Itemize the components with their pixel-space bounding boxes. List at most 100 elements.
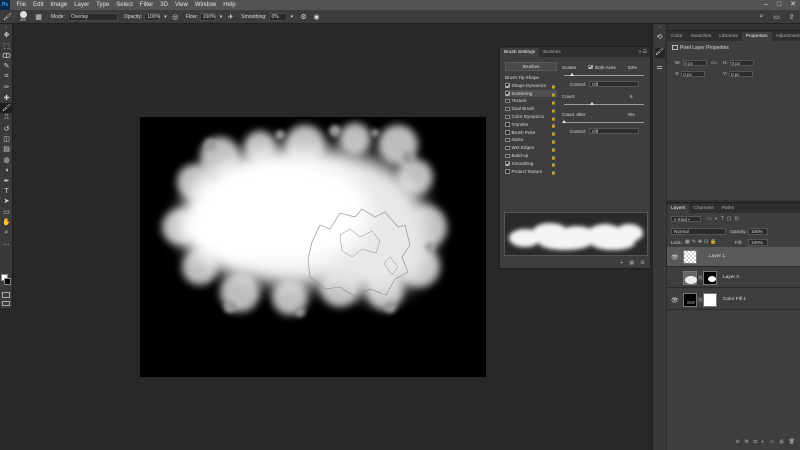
eraser-icon[interactable]: ◫ — [0, 134, 13, 144]
count-slider-track[interactable] — [564, 104, 644, 105]
toggle-live-tip-icon[interactable]: ⌖ — [620, 260, 623, 266]
tab-brushes[interactable]: Brushes — [539, 48, 565, 57]
height-field[interactable]: H: 0 px — [723, 60, 754, 66]
checkbox[interactable] — [505, 91, 510, 96]
healing-icon[interactable]: ✚ — [0, 92, 13, 102]
tab-paths[interactable]: Paths — [718, 204, 738, 213]
x-field[interactable]: X: 0 px — [675, 71, 706, 77]
more-icon[interactable]: … — [0, 238, 13, 248]
count-jitter-slider-knob[interactable] — [561, 120, 566, 123]
menu-file[interactable]: File — [13, 0, 30, 10]
tab-layers[interactable]: Layers — [667, 204, 690, 213]
path-select-icon[interactable]: ➤ — [0, 196, 13, 206]
background-color-swatch[interactable] — [4, 278, 11, 285]
layer-opacity-input[interactable]: 100% — [748, 228, 768, 235]
hand-icon[interactable]: ✋ — [0, 217, 13, 227]
strip-collapse-icon[interactable]: « — [653, 24, 666, 30]
count-jitter-value[interactable]: 0% — [628, 112, 635, 117]
flow-dropdown-icon[interactable]: ▾ — [220, 14, 223, 20]
layer-filter-select[interactable]: ⌕ Kind ▾ — [671, 216, 701, 222]
quick-select-icon[interactable]: ✎ — [0, 61, 13, 71]
new-brush-icon[interactable]: ⊞ — [640, 260, 644, 266]
quick-mask-icon[interactable] — [2, 292, 10, 298]
brush-setting-brush-pose[interactable]: Brush Pose 🔒 — [505, 129, 557, 137]
eyedropper-icon[interactable]: ✑ — [0, 82, 13, 92]
mode-select[interactable]: Overlay — [67, 12, 118, 21]
scatter-slider-track[interactable] — [564, 75, 644, 76]
brush-setting-texture[interactable]: Texture 🔒 — [505, 97, 557, 105]
crop-icon[interactable]: ⌗ — [0, 72, 13, 82]
search-icon[interactable]: ⌕ — [757, 12, 766, 21]
tab-swatches[interactable]: Swatches — [686, 32, 715, 41]
layer-name[interactable]: Layer 1 — [709, 254, 725, 259]
pressure-size-icon[interactable]: ◉ — [312, 12, 321, 21]
lasso-icon[interactable]: ↀ — [0, 51, 13, 61]
checkbox[interactable] — [505, 83, 510, 88]
brush-setting-scattering[interactable]: Scattering 🔒 — [505, 89, 557, 98]
tab-adjustments[interactable]: Adjustments — [772, 32, 800, 41]
gear-icon[interactable]: ⚙ — [299, 12, 308, 21]
brush-setting-dual-brush[interactable]: Dual Brush 🔒 — [505, 105, 557, 113]
new-layer-icon[interactable]: ⊞ — [779, 439, 783, 445]
smoothing-input[interactable]: 0% — [268, 12, 287, 21]
checkbox[interactable] — [505, 130, 510, 135]
checkbox[interactable] — [505, 169, 510, 174]
screen-mode-icon[interactable] — [2, 301, 10, 306]
checkbox[interactable] — [505, 122, 510, 127]
smoothing-dropdown-icon[interactable]: ▾ — [291, 14, 294, 20]
move-icon[interactable]: ✥ — [0, 30, 13, 40]
adjust-panel-icon[interactable]: ⚌ — [655, 63, 665, 73]
eye-icon[interactable]: 👁 — [671, 297, 679, 304]
tab-color[interactable]: Color — [667, 32, 686, 41]
maximize-button[interactable]: □ — [777, 0, 781, 10]
control-select[interactable]: Off — [589, 81, 639, 87]
group-icon[interactable]: ▭ — [770, 439, 775, 445]
blur-icon[interactable]: ◍ — [0, 155, 13, 165]
layer-row-layer-1[interactable]: 👁 Layer 1 — [667, 247, 800, 267]
layer-name[interactable]: Color Fill 1 — [723, 297, 746, 302]
minimize-button[interactable]: – — [764, 0, 768, 10]
blend-mode-select[interactable]: Normal — [671, 228, 726, 235]
close-button[interactable]: ✕ — [790, 0, 796, 10]
menu-view[interactable]: View — [171, 0, 191, 10]
brush-setting-brush-tip-shape[interactable]: Brush Tip Shape — [505, 74, 557, 82]
control2-select[interactable]: Off — [589, 128, 639, 134]
menu-window[interactable]: Window — [191, 0, 219, 10]
checkbox[interactable] — [505, 161, 510, 166]
menu-type[interactable]: Type — [93, 0, 113, 10]
checkbox[interactable] — [505, 106, 510, 112]
menu-3d[interactable]: 3D — [157, 0, 172, 10]
opacity-dropdown-icon[interactable]: ▾ — [164, 14, 167, 20]
link-icon[interactable]: ⊝ — [736, 439, 740, 445]
width-field[interactable]: W: 0 px — [675, 60, 707, 66]
checkbox[interactable] — [505, 114, 510, 120]
brush-settings-toggle-icon[interactable]: ▦ — [34, 12, 43, 21]
fill-input[interactable]: 100% — [748, 239, 768, 246]
scatter-slider-knob[interactable] — [569, 73, 574, 76]
adjustment-icon[interactable]: ◐ — [762, 439, 765, 445]
history-panel-icon[interactable]: ⟲ — [655, 33, 665, 43]
brush-icon[interactable]: 🖌 — [0, 102, 13, 114]
checkbox[interactable] — [505, 137, 510, 143]
gradient-icon[interactable]: ▤ — [0, 144, 13, 154]
checkbox[interactable] — [505, 145, 510, 151]
stamp-icon[interactable]: ⎍ — [0, 113, 13, 123]
fx-icon[interactable]: fx — [745, 439, 749, 445]
link-dimensions-icon[interactable]: GO — [711, 60, 717, 65]
brush-setting-noise[interactable]: Noise 🔒 — [505, 136, 557, 144]
brush-tool-icon[interactable]: 🖌 — [3, 12, 12, 21]
lock-icons[interactable]: ▦✎✥⊡🔒 — [685, 239, 719, 245]
brushes-button[interactable]: Brushes — [505, 62, 557, 71]
mask-icon[interactable]: ◘ — [754, 439, 757, 445]
pressure-opacity-icon[interactable]: ◎ — [171, 12, 180, 21]
brush-setting-transfer[interactable]: Transfer 🔒 — [505, 121, 557, 129]
trash-icon[interactable]: 🗑 — [789, 439, 795, 445]
menu-select[interactable]: Select — [113, 0, 137, 10]
dodge-icon[interactable]: ◑ — [0, 165, 13, 175]
menu-image[interactable]: Image — [47, 0, 71, 10]
brush-setting-protect-texture[interactable]: Protect Texture 🔒 — [505, 168, 557, 176]
y-field[interactable]: Y: 0 px — [723, 71, 754, 77]
shape-icon[interactable]: ▭ — [0, 207, 13, 217]
grid-view-icon[interactable]: ▦ — [629, 260, 634, 266]
count-slider-knob[interactable] — [589, 102, 594, 105]
